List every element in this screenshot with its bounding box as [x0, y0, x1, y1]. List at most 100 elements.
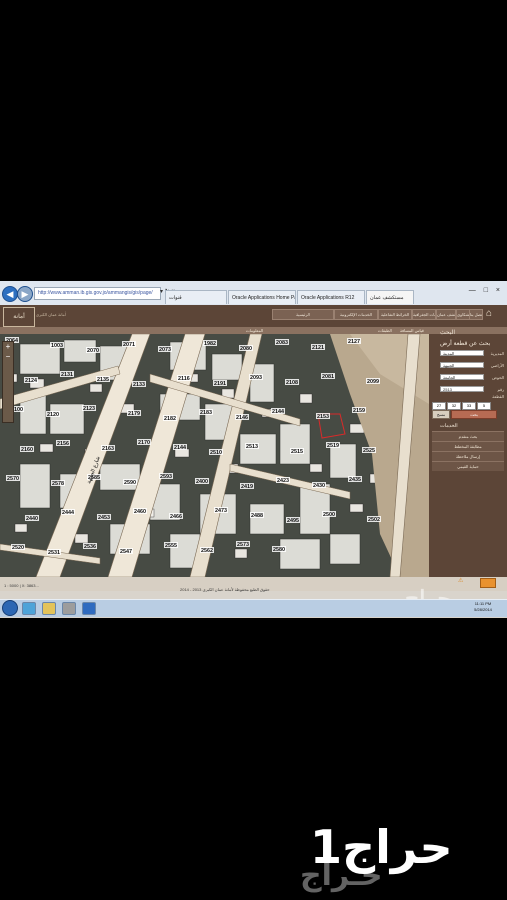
parcel-label[interactable]: 2073 — [159, 347, 171, 353]
parcel-label[interactable]: 2460 — [134, 509, 146, 515]
menu-item-5[interactable]: صندوق الشكاوى — [456, 309, 470, 320]
parcel-label[interactable]: 2519 — [327, 443, 339, 449]
footer-button[interactable] — [480, 578, 496, 588]
satellite-map[interactable]: 2064100320702071207319822080208321212127… — [0, 334, 429, 577]
forward-button[interactable]: ▶ — [17, 286, 33, 302]
search-button[interactable]: بحث — [451, 410, 497, 419]
field-directorate[interactable]: المدينة المديرية — [432, 350, 504, 357]
parcel-label[interactable]: 2156 — [57, 441, 69, 447]
parcel-label[interactable]: 2099 — [367, 379, 379, 385]
parcel-label[interactable]: 2555 — [165, 543, 177, 549]
parcel-label[interactable]: 2547 — [120, 549, 132, 555]
parcel-label[interactable]: 2531 — [48, 550, 60, 556]
tab-2[interactable]: Oracle Applications Home Page — [228, 290, 296, 304]
parcel-label[interactable]: 2135 — [97, 377, 109, 383]
parcel-label[interactable]: 2435 — [349, 477, 361, 483]
home-icon[interactable]: ⌂ — [483, 308, 495, 320]
tab-active[interactable]: مستكشف عمان — [366, 290, 414, 304]
parcel-label[interactable]: 2562 — [201, 548, 213, 554]
parcel-label[interactable]: 2116 — [178, 376, 190, 382]
parcel-label[interactable]: 2578 — [52, 481, 64, 487]
warning-icon[interactable]: ⚠ — [458, 577, 463, 584]
coord-field-3[interactable]: 5 — [477, 402, 491, 410]
menu-item-3[interactable]: المعلومات الجغرافية — [412, 309, 436, 320]
parcel-label[interactable]: 2510 — [210, 450, 222, 456]
folder-icon[interactable] — [42, 602, 56, 615]
parcel-label[interactable]: 2159 — [353, 408, 365, 414]
toolbar-item-2[interactable]: قياس المسافة — [400, 327, 424, 334]
field-basin[interactable]: الجامعة الحوض — [432, 374, 504, 381]
media-icon[interactable] — [62, 602, 76, 615]
parcel-label[interactable]: 1982 — [204, 341, 216, 347]
parcel-label[interactable]: 2453 — [98, 515, 110, 521]
parcel-label[interactable]: 2466 — [170, 514, 182, 520]
parcel-label[interactable]: 2423 — [277, 478, 289, 484]
parcel-label[interactable]: 2170 — [138, 440, 150, 446]
parcel-label[interactable]: 2144 — [272, 409, 284, 415]
parcel-label[interactable]: 2525 — [363, 448, 375, 454]
parcel-label[interactable]: 2515 — [291, 449, 303, 455]
ie-icon[interactable] — [22, 602, 36, 615]
parcel-label[interactable]: 2070 — [87, 348, 99, 354]
parcel-label[interactable]: 2419 — [241, 484, 253, 490]
parcel-label[interactable]: 2500 — [323, 512, 335, 518]
back-button[interactable]: ◀ — [2, 286, 18, 302]
parcel-label[interactable]: 2153 — [317, 414, 329, 420]
zoom-in-button[interactable]: + — [3, 342, 13, 352]
parcel-label[interactable]: 2179 — [128, 411, 140, 417]
parcel-label[interactable]: 2536 — [84, 544, 96, 550]
parcel-label[interactable]: 2131 — [61, 372, 73, 378]
parcel-label[interactable]: 2124 — [25, 378, 37, 384]
coord-field-1[interactable]: 32 — [447, 402, 461, 410]
parcel-label[interactable]: 2502 — [368, 517, 380, 523]
toolbar-item-0[interactable]: المعلومات — [246, 327, 263, 334]
service-item-3[interactable]: حماية القيمي — [432, 461, 504, 471]
coord-field-2[interactable]: 33 — [462, 402, 476, 410]
outlook-icon[interactable] — [82, 602, 96, 615]
parcel-label[interactable]: 2593 — [160, 474, 172, 480]
parcel-label[interactable]: 2570 — [7, 476, 19, 482]
parcel-label[interactable]: 2183 — [200, 410, 212, 416]
toolbar-item-1[interactable]: الطبقات — [378, 327, 392, 334]
service-item-0[interactable]: بحث متقدم — [432, 431, 504, 441]
parcel-label[interactable]: 2093 — [250, 375, 262, 381]
window-controls[interactable]: — □ × — [469, 287, 503, 294]
directorate-select[interactable]: المدينة — [440, 350, 484, 356]
parcel-label[interactable]: 2144 — [174, 445, 186, 451]
parcel-label[interactable]: 2182 — [164, 416, 176, 422]
parcel-label[interactable]: 2444 — [62, 510, 74, 516]
start-button[interactable] — [2, 600, 18, 616]
parcel-label[interactable]: 2488 — [251, 513, 263, 519]
parcel-label[interactable]: 2580 — [273, 547, 285, 553]
parcel-label[interactable]: 2430 — [313, 483, 325, 489]
clear-button[interactable]: مسح — [432, 410, 450, 419]
lands-select[interactable]: الجبيهة — [440, 362, 484, 368]
service-item-1[interactable]: مطابقة المخطط — [432, 441, 504, 451]
tab-3[interactable]: Oracle Applications R12 — [297, 290, 365, 304]
parcel-label[interactable]: 2133 — [133, 382, 145, 388]
zoom-control[interactable]: + − — [2, 341, 14, 423]
parcel-label[interactable]: 2083 — [276, 340, 288, 346]
parcel-label[interactable]: 2081 — [322, 374, 334, 380]
address-bar[interactable]: http://www.amman.ib.gis.gov.jo/ammangis/… — [34, 287, 161, 300]
menu-item-6[interactable]: اتصل بنا — [469, 309, 483, 320]
parcel-label[interactable]: 2473 — [215, 508, 227, 514]
coord-field-0[interactable]: 27 — [432, 402, 446, 410]
parcel-label[interactable]: 2513 — [246, 444, 258, 450]
map-view[interactable]: 2064100320702071207319822080208321212127… — [0, 334, 429, 577]
parcel-label[interactable]: 2127 — [348, 339, 360, 345]
parcel-label[interactable]: 2440 — [26, 516, 38, 522]
parcel-label[interactable]: 1003 — [51, 343, 63, 349]
parcel-label[interactable]: 2080 — [240, 346, 252, 352]
parcel-label[interactable]: 2121 — [312, 345, 324, 351]
parcel-label[interactable]: 2108 — [286, 380, 298, 386]
parcel-label[interactable]: 2146 — [236, 415, 248, 421]
zoom-out-button[interactable]: − — [3, 352, 13, 362]
parcel-label[interactable]: 2163 — [102, 446, 114, 452]
parcel-label[interactable]: 2590 — [124, 480, 136, 486]
field-parcel[interactable]: 2513 رقم القطعة — [432, 386, 504, 399]
parcel-label[interactable]: 2573 — [237, 542, 249, 548]
parcel-label[interactable]: 2120 — [47, 412, 59, 418]
menu-item-4[interactable]: مستكشف عمان — [436, 309, 456, 320]
parcel-label[interactable]: 2123 — [83, 406, 95, 412]
